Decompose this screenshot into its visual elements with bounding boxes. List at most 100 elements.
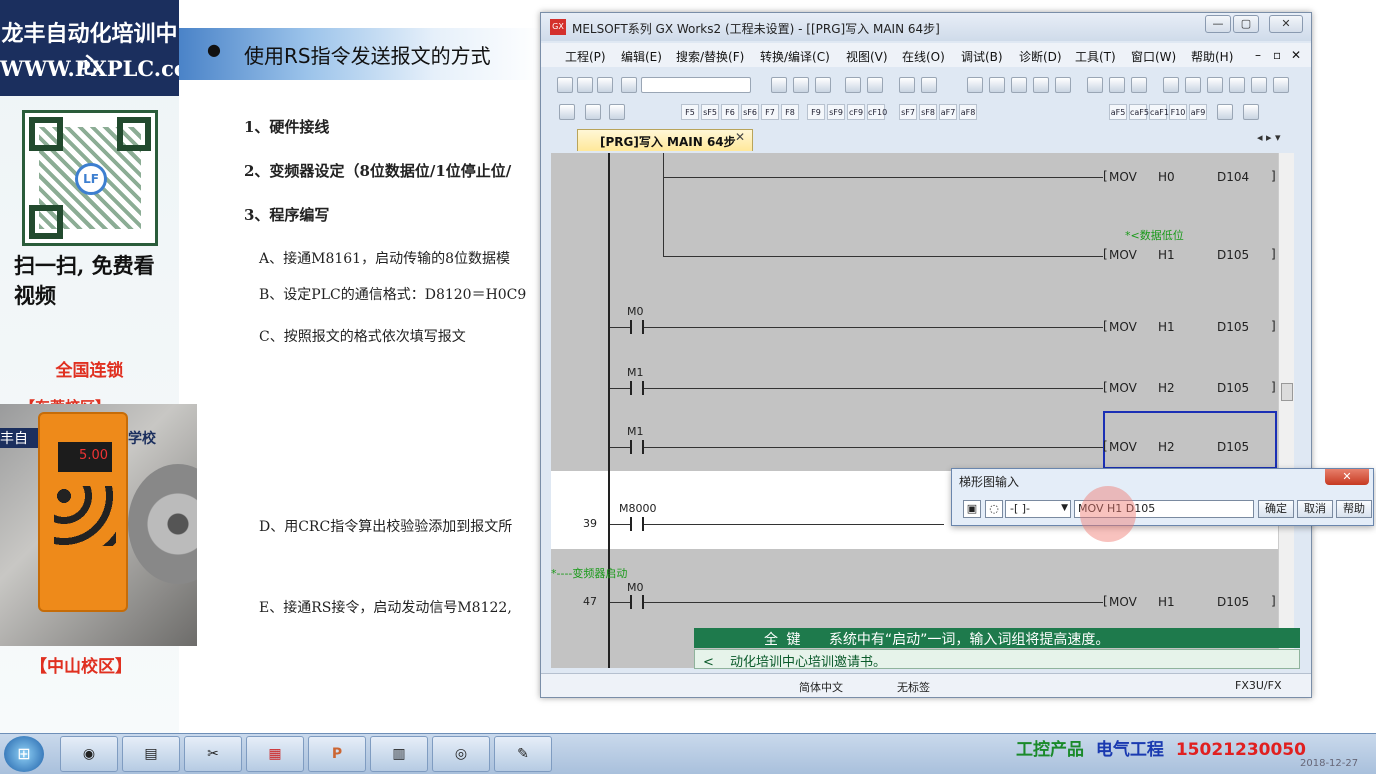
toolbar-icon[interactable] [1109, 77, 1125, 93]
calculator-task-icon[interactable]: ▥ [370, 736, 428, 772]
fkey-button[interactable]: cF10 [867, 104, 887, 120]
toolbar-icon[interactable] [771, 77, 787, 93]
chrome-task-icon[interactable]: ◉ [60, 736, 118, 772]
symbol-select[interactable]: -[ ]- ▼ [1005, 500, 1071, 518]
menu-help[interactable]: 帮助(H) [1191, 48, 1233, 65]
fkey-button[interactable]: F9 [807, 104, 825, 120]
fkey-button[interactable]: sF8 [919, 104, 937, 120]
ime-mode-key[interactable]: 键 [786, 632, 800, 648]
fkey-button[interactable]: caF5 [1129, 104, 1149, 120]
fkey-button[interactable]: sF6 [741, 104, 759, 120]
fkey-button[interactable]: aF7 [939, 104, 957, 120]
ime-candidate[interactable]: 动化培训中心培训邀请书。 [730, 655, 886, 670]
camera-task-icon[interactable]: ◎ [432, 736, 490, 772]
window-titlebar[interactable]: GX MELSOFT系列 GX Works2 (工程未设置) - [[PRG]写… [541, 13, 1311, 41]
dialog-comment-icon[interactable]: ◌ [985, 500, 1003, 518]
start-button[interactable]: ⊞ [4, 736, 44, 772]
copy-icon[interactable] [989, 77, 1005, 93]
no-contact [630, 381, 644, 395]
menu-online[interactable]: 在线(O) [902, 48, 945, 65]
help-button[interactable]: 帮助 [1336, 500, 1372, 518]
toolbar-icon[interactable] [1185, 77, 1201, 93]
snipping-task-icon[interactable]: ✂ [184, 736, 242, 772]
undo-icon[interactable] [1033, 77, 1049, 93]
powerpoint-task-icon[interactable]: P [308, 736, 366, 772]
scrollbar-thumb[interactable] [1281, 383, 1293, 401]
minimize-button[interactable]: — [1205, 15, 1231, 33]
ime-prev-icon[interactable]: < [703, 655, 714, 670]
toolbar-icon[interactable] [1243, 104, 1259, 120]
menu-find-replace[interactable]: 搜索/替换(F) [676, 48, 744, 65]
new-file-icon[interactable] [557, 77, 573, 93]
tab-close-icon[interactable]: ✕ [735, 130, 745, 144]
ime-candidate-row[interactable]: < 动化培训中心培训邀请书。 [694, 649, 1300, 670]
menu-view[interactable]: 视图(V) [846, 48, 888, 65]
menu-tools[interactable]: 工具(T) [1075, 48, 1116, 65]
fkey-button[interactable]: cF9 [847, 104, 865, 120]
close-button[interactable]: ✕ [1269, 15, 1303, 33]
toolbar-icon[interactable] [899, 77, 915, 93]
gxworks-task-icon[interactable]: ▦ [246, 736, 304, 772]
toolbar-dropdown[interactable] [641, 77, 751, 93]
toolbar-icon[interactable] [559, 104, 575, 120]
cancel-button[interactable]: 取消 [1297, 500, 1333, 518]
fkey-button[interactable]: F7 [761, 104, 779, 120]
menu-window[interactable]: 窗口(W) [1131, 48, 1176, 65]
toolbar-icon[interactable] [815, 77, 831, 93]
toolbar-icon[interactable] [609, 104, 625, 120]
toolbar-icon[interactable] [1217, 104, 1233, 120]
vertical-scrollbar[interactable] [1278, 153, 1294, 668]
fkey-button[interactable]: aF8 [959, 104, 977, 120]
fkey-button[interactable]: F10 [1169, 104, 1187, 120]
scan-caption: 扫一扫, 免费看视频 [14, 253, 155, 308]
maximize-button[interactable]: ▢ [1233, 15, 1259, 33]
fkey-button[interactable]: F8 [781, 104, 799, 120]
toolbar-icon[interactable] [1163, 77, 1179, 93]
fkey-button[interactable]: F5 [681, 104, 699, 120]
toolbar-icon[interactable] [793, 77, 809, 93]
mdi-restore-icon[interactable]: ▫ [1273, 48, 1281, 62]
menu-diagnostics[interactable]: 诊断(D) [1019, 48, 1062, 65]
dialog-tool-icon[interactable]: ▣ [963, 500, 981, 518]
toolbar-icon[interactable] [921, 77, 937, 93]
save-icon[interactable] [597, 77, 613, 93]
toolbar-icon[interactable] [1273, 77, 1289, 93]
help-icon[interactable] [621, 77, 637, 93]
paste-icon[interactable] [1011, 77, 1027, 93]
toolbar-icon[interactable] [867, 77, 883, 93]
ime-mode-full[interactable]: 全 [764, 632, 778, 648]
paint-task-icon[interactable]: ✎ [494, 736, 552, 772]
toolbar-icon[interactable] [1087, 77, 1103, 93]
toolbar-icon[interactable] [1229, 77, 1245, 93]
toolbar-icon[interactable] [1131, 77, 1147, 93]
fkey-button[interactable]: sF7 [899, 104, 917, 120]
menu-debug[interactable]: 调试(B) [961, 48, 1003, 65]
fkey-button[interactable]: caF10 [1149, 104, 1174, 120]
fkey-button[interactable]: sF9 [827, 104, 845, 120]
cut-icon[interactable] [967, 77, 983, 93]
mdi-minimize-icon[interactable]: – [1255, 48, 1261, 62]
tab-scroll-icon[interactable]: ◂ ▸ ▾ [1257, 131, 1281, 144]
fkey-button[interactable]: aF9 [1189, 104, 1207, 120]
dialog-close-button[interactable]: ✕ [1325, 469, 1369, 485]
contact-label: M8000 [619, 502, 657, 515]
toolbar-icon[interactable] [585, 104, 601, 120]
open-folder-icon[interactable] [577, 77, 593, 93]
toolbar-icon[interactable] [1207, 77, 1223, 93]
tab-prg-main[interactable]: [PRG]写入 MAIN 64步 [577, 129, 753, 151]
ok-button[interactable]: 确定 [1258, 500, 1294, 518]
ladder-editor[interactable]: [ MOV H0 D104 ] *<数据低位 [ MOV H1 D105 ] M… [551, 153, 1278, 668]
fkey-button[interactable]: F6 [721, 104, 739, 120]
bullet-icon: ● [207, 40, 221, 59]
toolbar-icon[interactable] [845, 77, 861, 93]
fkey-button[interactable]: aF5 [1109, 104, 1127, 120]
toolbar-icon[interactable] [1251, 77, 1267, 93]
menu-edit[interactable]: 编辑(E) [621, 48, 662, 65]
fkey-button[interactable]: sF5 [701, 104, 719, 120]
explorer-task-icon[interactable]: ▤ [122, 736, 180, 772]
standard-toolbar [549, 73, 1305, 97]
menu-project[interactable]: 工程(P) [565, 48, 606, 65]
redo-icon[interactable] [1055, 77, 1071, 93]
mdi-close-icon[interactable]: ✕ [1291, 48, 1301, 62]
menu-convert[interactable]: 转换/编译(C) [760, 48, 830, 65]
